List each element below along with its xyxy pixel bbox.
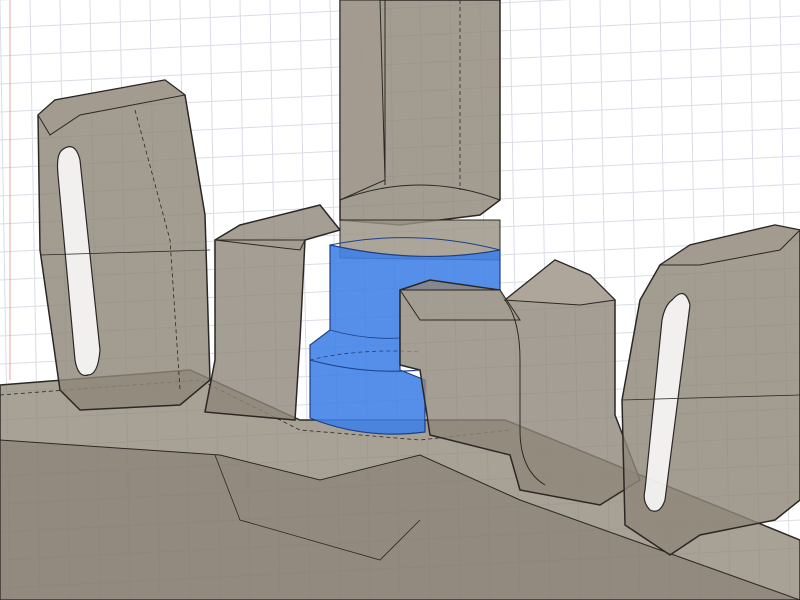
right-mounting-tab[interactable] [621, 224, 800, 556]
vertical-shaft[interactable] [339, 0, 501, 261]
3d-viewport[interactable] [0, 0, 800, 600]
left-mounting-tab[interactable] [37, 79, 211, 411]
